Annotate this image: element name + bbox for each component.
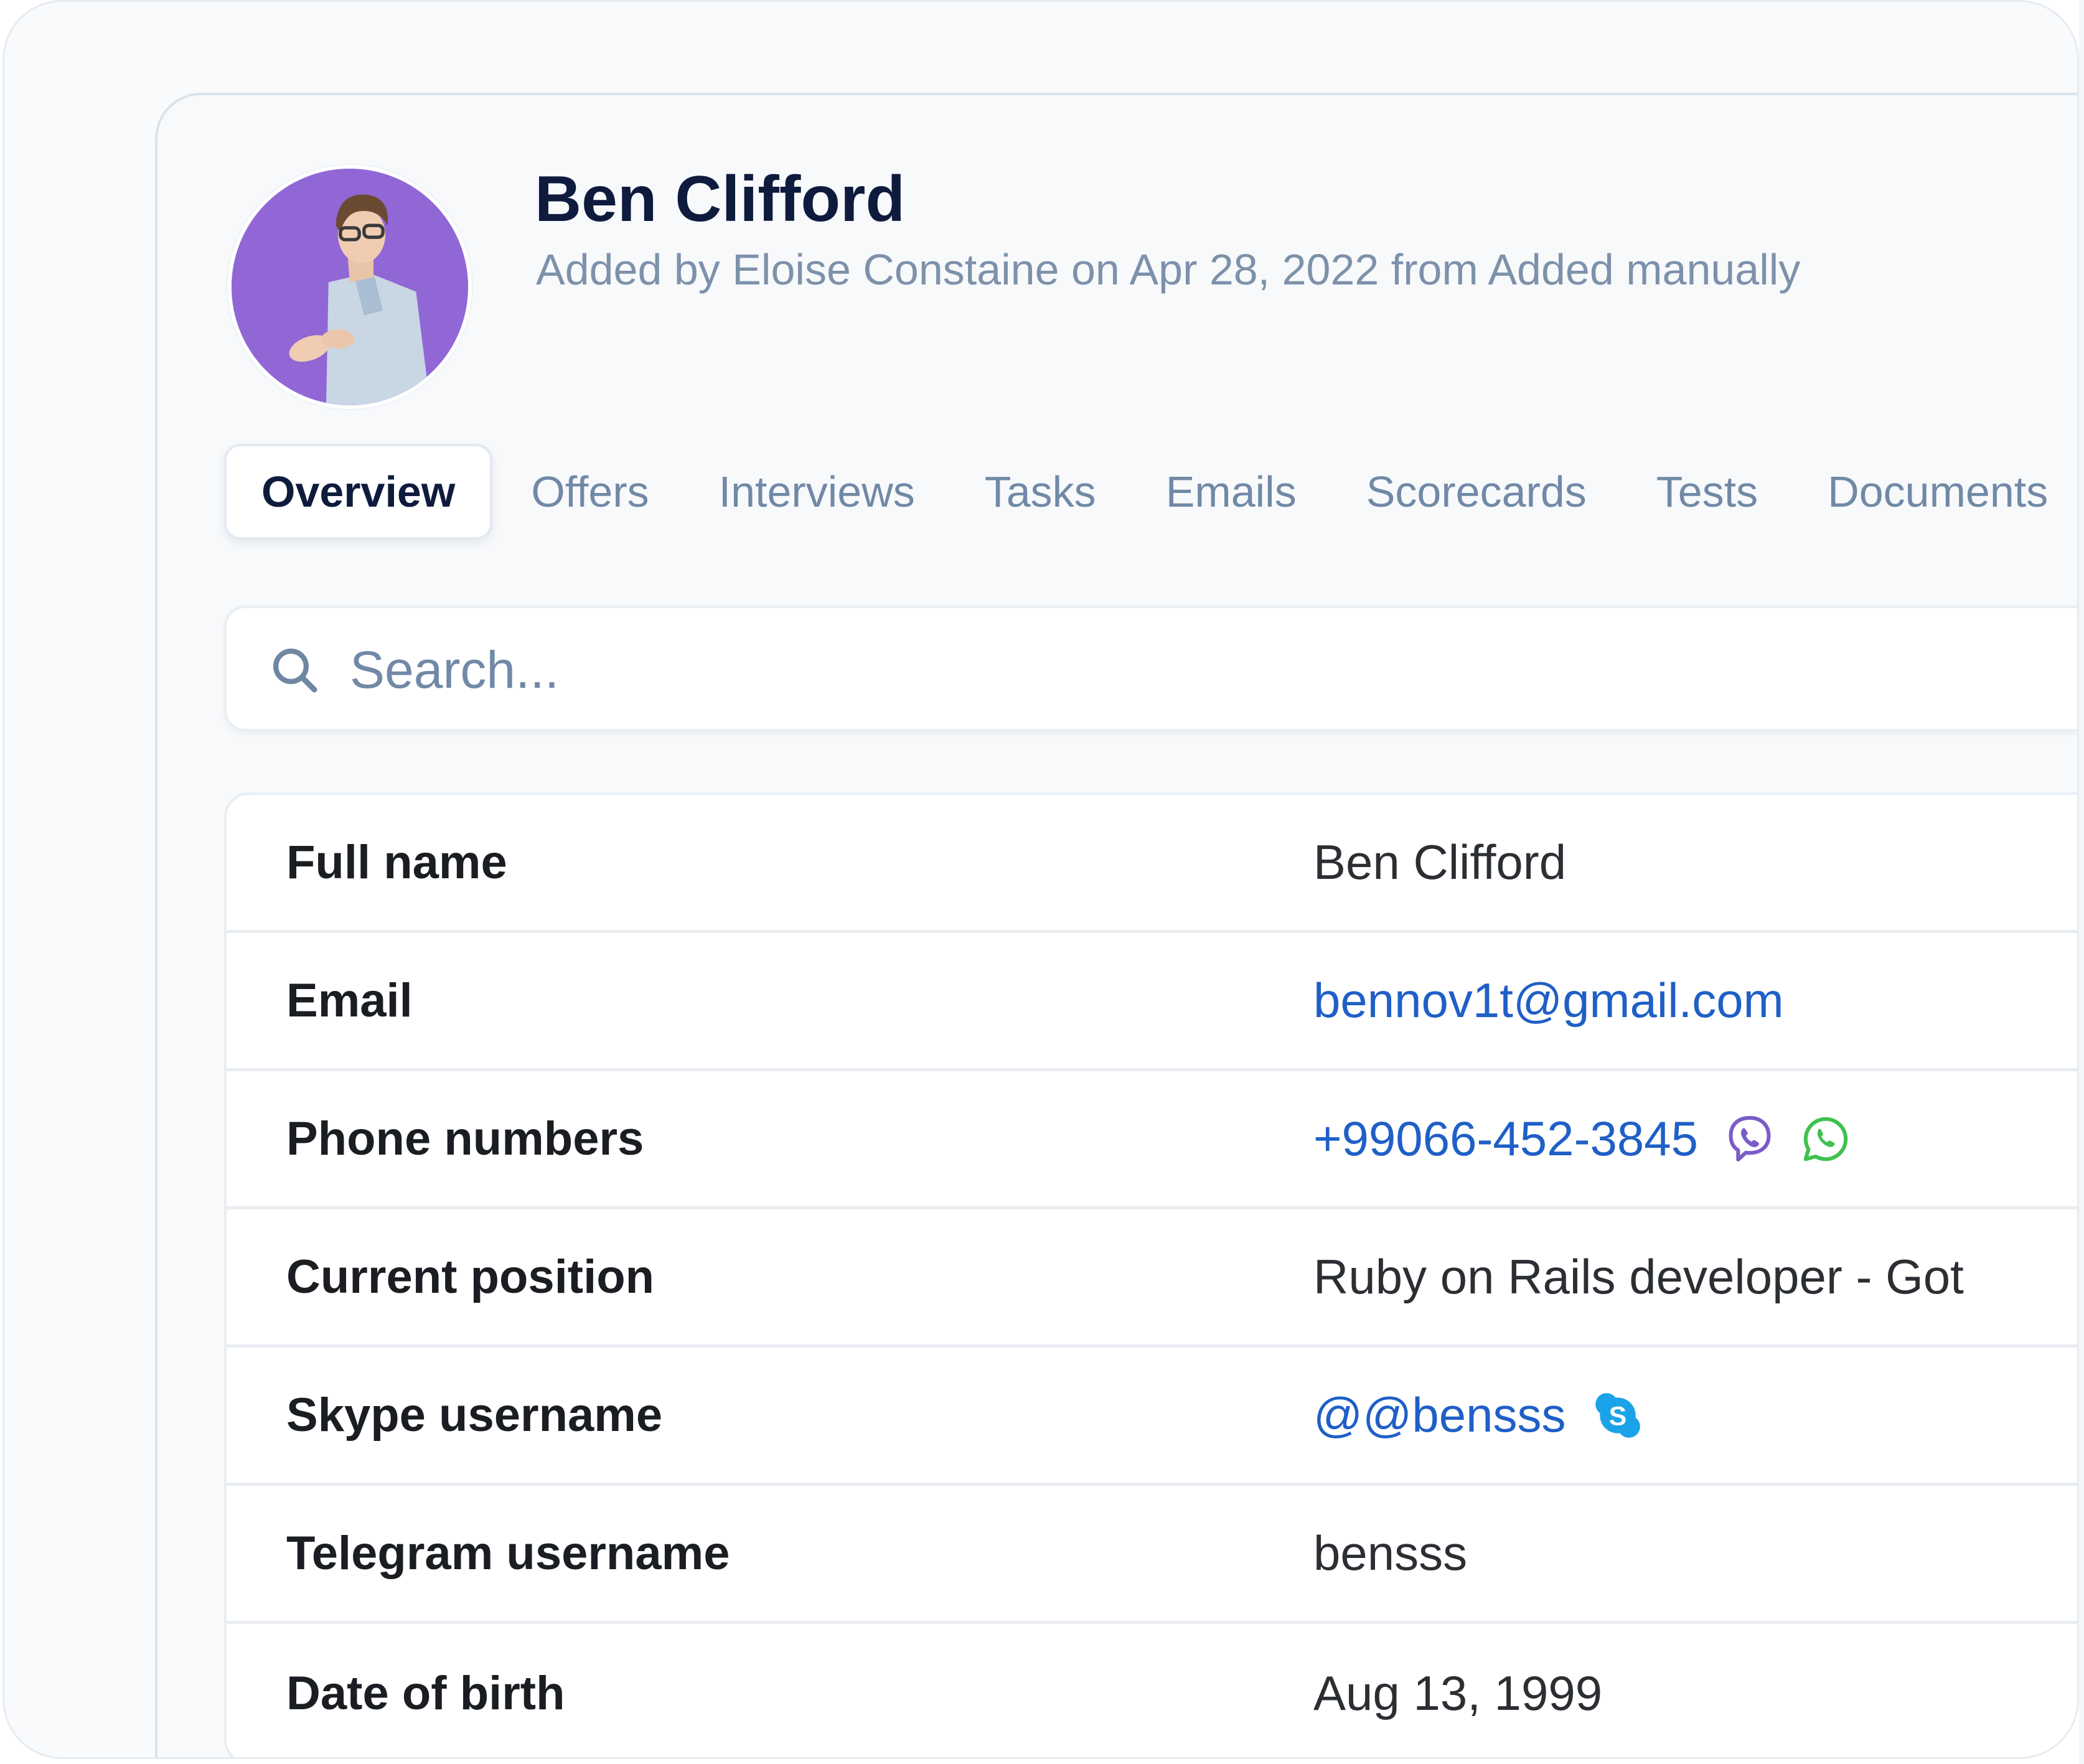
tab-offers[interactable]: Offers [496, 446, 683, 537]
details-row-skype: Skype username @@bensss S [227, 1348, 2077, 1486]
tab-interviews[interactable]: Interviews [684, 446, 950, 537]
skype-icon[interactable]: S [1591, 1389, 1645, 1442]
tab-tasks[interactable]: Tasks [950, 446, 1131, 537]
search-icon [268, 643, 324, 699]
search-input[interactable] [349, 633, 2077, 706]
skype-value: @@bensss S [1313, 1387, 1645, 1443]
svg-text:S: S [1608, 1401, 1626, 1431]
phone-link[interactable]: +99066-452-3845 [1313, 1110, 1698, 1167]
field-label: Telegram username [286, 1527, 730, 1580]
field-label: Phone numbers [286, 1112, 644, 1165]
tab-overview[interactable]: Overview [224, 444, 493, 540]
email-link[interactable]: bennov1t@gmail.com [1313, 972, 1784, 1029]
viber-icon[interactable] [1723, 1112, 1777, 1166]
details-row-full-name: Full name Ben Clifford [227, 795, 2077, 933]
tab-scorecards[interactable]: Scorecards [1331, 446, 1622, 537]
phone-value: +99066-452-3845 [1313, 1110, 1852, 1167]
tab-tests[interactable]: Tests [1622, 446, 1793, 537]
viewport-edge [2079, 0, 2084, 1764]
skype-link[interactable]: @@bensss [1313, 1387, 1566, 1443]
field-label: Email [286, 974, 413, 1027]
candidate-name: Ben Clifford [535, 163, 906, 235]
field-value-full-name: Ben Clifford [1313, 835, 1567, 889]
tab-documents[interactable]: Documents [1793, 446, 2077, 537]
details-row-current-position: Current position Ruby on Rails developer… [227, 1209, 2077, 1348]
details-row-phone: Phone numbers +99066-452-3845 [227, 1071, 2077, 1209]
field-value-current-position: Ruby on Rails developer - Got [1313, 1249, 1964, 1304]
candidate-added-info: Added by Eloise Constaine on Apr 28, 202… [536, 245, 1801, 294]
field-value-telegram: bensss [1313, 1526, 1468, 1580]
candidate-profile-panel: Ben Clifford Added by Eloise Constaine o… [155, 93, 2077, 1757]
tab-emails[interactable]: Emails [1131, 446, 1331, 537]
field-label: Current position [286, 1250, 655, 1303]
details-row-date-of-birth: Date of birth Aug 13, 1999 [227, 1624, 2077, 1757]
field-label: Skype username [286, 1389, 663, 1442]
field-label: Full name [286, 836, 507, 889]
search-box[interactable] [224, 606, 2077, 731]
app-frame: Ben Clifford Added by Eloise Constaine o… [2, 0, 2079, 1759]
candidate-avatar [228, 165, 472, 409]
details-row-email: Email bennov1t@gmail.com [227, 933, 2077, 1071]
field-value-date-of-birth: Aug 13, 1999 [1313, 1665, 1603, 1720]
profile-tabs: Overview Offers Interviews Tasks Emails … [224, 444, 2077, 540]
whatsapp-icon[interactable] [1799, 1112, 1852, 1166]
details-row-telegram: Telegram username bensss [227, 1486, 2077, 1624]
field-label: Date of birth [286, 1666, 565, 1720]
avatar-photo [232, 169, 468, 405]
candidate-details-table: Full name Ben Clifford Email bennov1t@gm… [224, 792, 2077, 1757]
